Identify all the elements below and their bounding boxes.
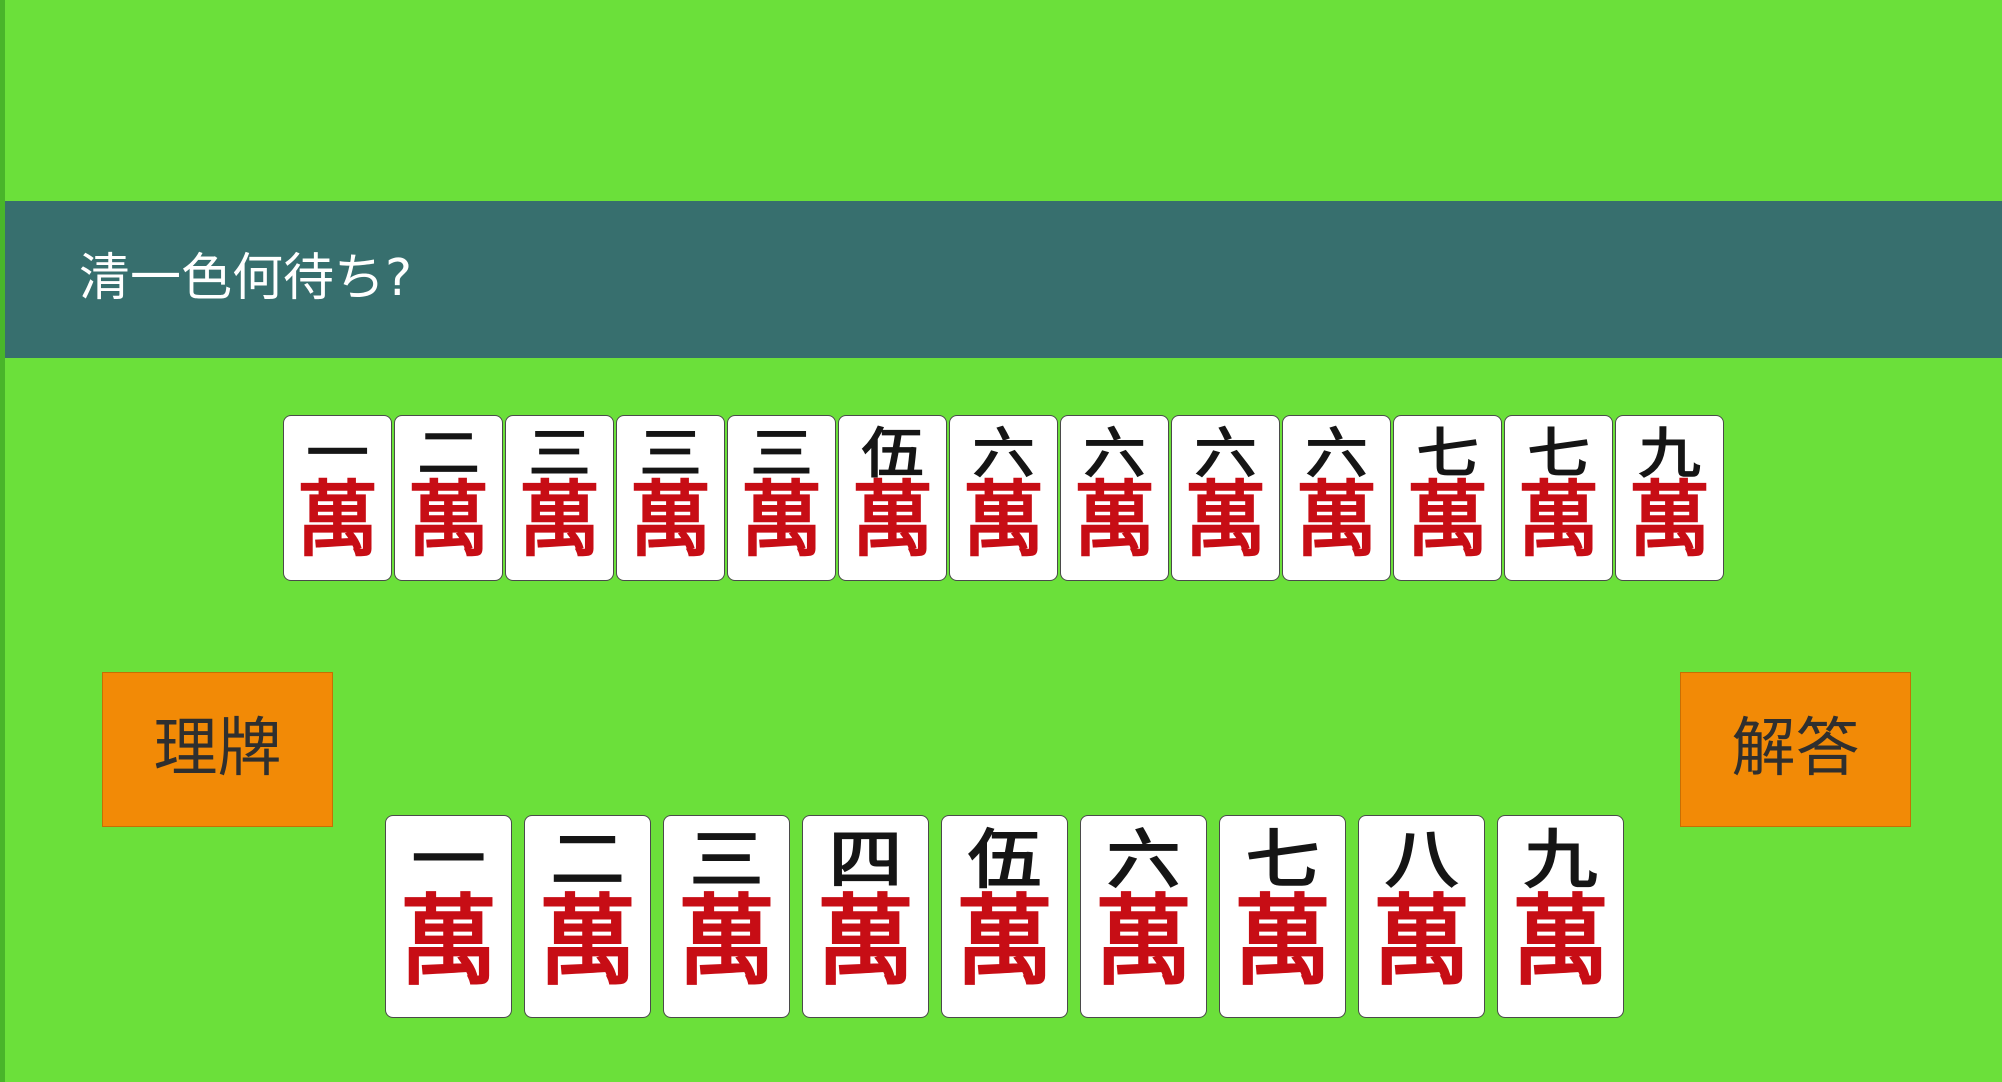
choice-tile-4m[interactable]: 四萬 [802, 815, 929, 1018]
tile-suit-character: 萬 [538, 884, 637, 999]
tile-suit-character: 萬 [407, 472, 490, 568]
hand-tile-3m: 三萬 [616, 415, 725, 581]
tile-suit-character: 萬 [1184, 472, 1267, 568]
left-edge-strip [0, 0, 5, 1082]
choice-tile-6m[interactable]: 六萬 [1080, 815, 1207, 1018]
tile-suit-character: 萬 [962, 472, 1045, 568]
hand-tile-3m: 三萬 [727, 415, 836, 581]
hand-tiles-row: 一萬二萬三萬三萬三萬伍萬六萬六萬六萬六萬七萬七萬九萬 [283, 415, 1726, 581]
tile-suit-character: 萬 [955, 884, 1054, 999]
hand-tile-7m: 七萬 [1393, 415, 1502, 581]
hand-tile-1m: 一萬 [283, 415, 392, 581]
choice-tile-1m[interactable]: 一萬 [385, 815, 512, 1018]
tile-suit-character: 萬 [1094, 884, 1193, 999]
tile-suit-character: 萬 [1295, 472, 1378, 568]
tile-suit-character: 萬 [629, 472, 712, 568]
tile-suit-character: 萬 [1406, 472, 1489, 568]
hand-tile-2m: 二萬 [394, 415, 503, 581]
tile-suit-character: 萬 [816, 884, 915, 999]
tile-suit-character: 萬 [851, 472, 934, 568]
hand-tile-7m: 七萬 [1504, 415, 1613, 581]
question-text: 清一色何待ち? [79, 249, 413, 308]
game-screen: 清一色何待ち? 一萬二萬三萬三萬三萬伍萬六萬六萬六萬六萬七萬七萬九萬 理牌 解答… [0, 0, 2002, 1082]
tile-suit-character: 萬 [1511, 884, 1610, 999]
tile-suit-character: 萬 [399, 884, 498, 999]
wait-choice-tiles-row: 一萬二萬三萬四萬伍萬六萬七萬八萬九萬 [385, 815, 1636, 1018]
choice-tile-7m[interactable]: 七萬 [1219, 815, 1346, 1018]
answer-button[interactable]: 解答 [1680, 672, 1911, 827]
tile-suit-character: 萬 [1517, 472, 1600, 568]
choice-tile-9m[interactable]: 九萬 [1497, 815, 1624, 1018]
choice-tile-5m[interactable]: 伍萬 [941, 815, 1068, 1018]
choice-tile-2m[interactable]: 二萬 [524, 815, 651, 1018]
hand-tile-9m: 九萬 [1615, 415, 1724, 581]
hand-tile-6m: 六萬 [1282, 415, 1391, 581]
sort-tiles-button[interactable]: 理牌 [102, 672, 333, 827]
choice-tile-3m[interactable]: 三萬 [663, 815, 790, 1018]
tile-suit-character: 萬 [296, 472, 379, 568]
hand-tile-6m: 六萬 [1171, 415, 1280, 581]
tile-suit-character: 萬 [1372, 884, 1471, 999]
question-bar: 清一色何待ち? [5, 201, 2002, 358]
tile-suit-character: 萬 [677, 884, 776, 999]
tile-suit-character: 萬 [740, 472, 823, 568]
tile-suit-character: 萬 [518, 472, 601, 568]
choice-tile-8m[interactable]: 八萬 [1358, 815, 1485, 1018]
tile-suit-character: 萬 [1628, 472, 1711, 568]
hand-tile-6m: 六萬 [1060, 415, 1169, 581]
tile-suit-character: 萬 [1233, 884, 1332, 999]
hand-tile-3m: 三萬 [505, 415, 614, 581]
hand-tile-5m: 伍萬 [838, 415, 947, 581]
hand-tile-6m: 六萬 [949, 415, 1058, 581]
tile-suit-character: 萬 [1073, 472, 1156, 568]
